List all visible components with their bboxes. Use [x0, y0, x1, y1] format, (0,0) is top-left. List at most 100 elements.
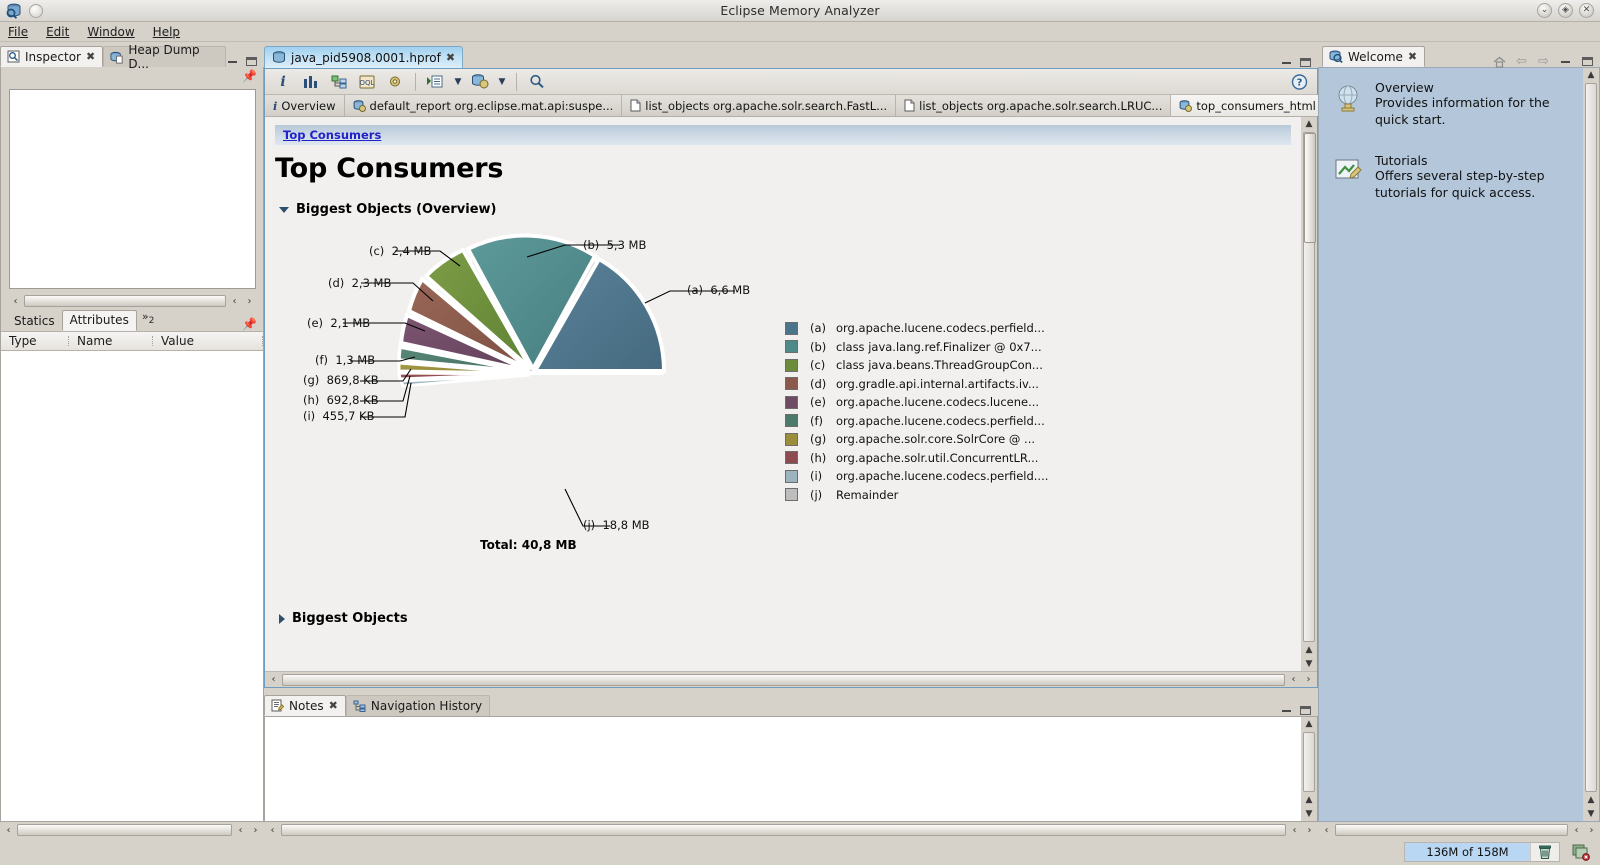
welcome-bottom-hscrollbar[interactable]: ‹ ‹ › — [1318, 822, 1600, 838]
notes-maximize-button[interactable] — [1299, 705, 1312, 716]
notes-text-area[interactable] — [265, 717, 1301, 821]
insp-bot-left2[interactable]: ‹ — [234, 825, 247, 836]
insp-bot-track[interactable] — [17, 824, 232, 836]
report-vscroll-thumb[interactable] — [1304, 133, 1316, 243]
notes-bot-right[interactable]: › — [1303, 825, 1316, 836]
report-tab-overview[interactable]: i Overview — [265, 95, 345, 116]
subtabs-overflow[interactable]: »2 — [137, 309, 155, 326]
legend-row-a[interactable]: (a) org.apache.lucene.codecs.perfield... — [785, 319, 1048, 338]
trash-icon[interactable] — [1531, 845, 1559, 860]
welcome-item-overview[interactable]: Overview Provides information for the qu… — [1333, 80, 1573, 129]
report-hscroll-right[interactable]: › — [1302, 674, 1315, 685]
inspector-tabrow[interactable]: Inspector ✖ Heap Dump D... — [0, 43, 264, 71]
editor-tabrow[interactable]: java_pid5908.0001.hprof ✖ — [264, 43, 1318, 68]
inspector-bottom-hscrollbar[interactable]: ‹ ‹ › — [0, 822, 264, 838]
notes-minimize-button[interactable] — [1280, 705, 1293, 716]
notes-bot-left[interactable]: ‹ — [266, 825, 279, 836]
welcome-bot-left2[interactable]: ‹ — [1570, 825, 1583, 836]
breadcrumb-link-top-consumers[interactable]: Top Consumers — [283, 128, 381, 142]
inspector-minimize-button[interactable] — [226, 56, 239, 67]
notes-vscroll-down2[interactable]: ▼ — [1306, 807, 1313, 821]
inspector-part-buttons[interactable] — [226, 56, 264, 67]
open-query-browser-icon[interactable] — [468, 71, 492, 93]
minimize-button[interactable]: ⌄ — [1537, 3, 1552, 18]
chevron-down-icon[interactable] — [279, 206, 289, 213]
report-vscroll-up[interactable]: ▲ — [1306, 117, 1313, 131]
legend-row-f[interactable]: (f) org.apache.lucene.codecs.perfield... — [785, 412, 1048, 431]
report-hscrollbar[interactable]: ‹ ‹ › — [265, 671, 1317, 687]
tab-welcome[interactable]: Welcome ✖ — [1322, 46, 1426, 67]
report-tab-top-consumers[interactable]: top_consumers_html ✖ — [1171, 95, 1339, 116]
welcome-vscroll-up[interactable]: ▲ — [1588, 68, 1595, 82]
report-tab-list-objects-lruc[interactable]: list_objects org.apache.solr.search.LRUC… — [896, 95, 1172, 116]
pin-icon[interactable]: 📌 — [242, 69, 257, 83]
report-hscroll-left[interactable]: ‹ — [267, 674, 280, 685]
legend-row-g[interactable]: (g) org.apache.solr.core.SolrCore @ ... — [785, 430, 1048, 449]
report-vscroll-down1[interactable]: ▲ — [1306, 643, 1313, 657]
maximize-button[interactable]: ◈ — [1558, 3, 1573, 18]
welcome-vscroll-down2[interactable]: ▼ — [1588, 807, 1595, 821]
welcome-tabrow[interactable]: Welcome ✖ ⇦ ⇨ — [1318, 43, 1600, 69]
histogram-icon[interactable] — [299, 71, 323, 93]
inspector-maximize-button[interactable] — [245, 56, 258, 67]
inspector-hscroll-left2[interactable]: ‹ — [228, 296, 241, 307]
tab-inspector[interactable]: Inspector ✖ — [0, 46, 104, 67]
welcome-bot-right[interactable]: › — [1585, 825, 1598, 836]
report-tab-list-objects-fastl[interactable]: list_objects org.apache.solr.search.Fast… — [622, 95, 897, 116]
welcome-bot-track[interactable] — [1335, 824, 1568, 836]
tab-notes[interactable]: Notes ✖ — [264, 695, 346, 716]
tab-heap-dump-editor[interactable]: java_pid5908.0001.hprof ✖ — [264, 46, 464, 68]
legend-row-c[interactable]: (c) class java.beans.ThreadGroupCon... — [785, 356, 1048, 375]
inspector-hscrollbar[interactable]: ‹ ‹ › — [7, 293, 258, 309]
oql-icon[interactable]: OQL — [355, 71, 379, 93]
menu-file[interactable]: File — [8, 25, 28, 39]
close-button[interactable]: ✕ — [1579, 3, 1594, 18]
report-hscroll-left2[interactable]: ‹ — [1287, 674, 1300, 685]
menubar[interactable]: File Edit Window Help — [0, 22, 1600, 42]
report-hscroll-track[interactable] — [282, 673, 1285, 686]
inspector-subtabs[interactable]: Statics Attributes »2 📌 — [1, 309, 263, 331]
overview-info-icon[interactable]: i — [271, 71, 295, 93]
query-browser-dropdown-icon[interactable]: ▼ — [496, 71, 508, 93]
subtab-statics[interactable]: Statics — [7, 312, 62, 331]
tab-inspector-close[interactable]: ✖ — [86, 50, 95, 63]
pin-attributes-icon[interactable]: 📌 — [242, 317, 257, 331]
menu-window[interactable]: Window — [87, 25, 134, 39]
insp-bot-left[interactable]: ‹ — [2, 825, 15, 836]
notes-bot-track[interactable] — [281, 824, 1286, 836]
subtab-attributes[interactable]: Attributes — [61, 310, 137, 331]
welcome-vscrollbar[interactable]: ▲ ▲ ▼ — [1583, 68, 1599, 821]
welcome-vscroll-down1[interactable]: ▲ — [1588, 793, 1595, 807]
notes-vscroll-track[interactable] — [1303, 732, 1315, 792]
inspector-subtab-buttons[interactable]: 📌 — [242, 317, 263, 331]
dominator-tree-icon[interactable] — [327, 71, 351, 93]
search-icon[interactable] — [525, 71, 549, 93]
menu-help[interactable]: Help — [153, 25, 180, 39]
attributes-table-body[interactable] — [1, 351, 263, 821]
settings-gear-icon[interactable] — [383, 71, 407, 93]
back-icon[interactable]: ⇦ — [1515, 54, 1528, 69]
notes-vscroll-up[interactable]: ▲ — [1306, 717, 1313, 731]
welcome-bot-left[interactable]: ‹ — [1320, 825, 1333, 836]
editor-part-buttons[interactable] — [1280, 57, 1318, 68]
window-controls[interactable]: ⌄ ◈ ✕ — [1537, 3, 1594, 18]
editor-minimize-button[interactable] — [1280, 57, 1293, 68]
legend-row-h[interactable]: (h) org.apache.solr.util.ConcurrentLR... — [785, 449, 1048, 468]
legend-row-e[interactable]: (e) org.apache.lucene.codecs.lucene... — [785, 393, 1048, 412]
editor-toolbar[interactable]: i OQL ▼ ▼ ? — [265, 69, 1317, 95]
notes-bottom-hscrollbar[interactable]: ‹ ‹ › — [264, 822, 1318, 838]
tab-heap-dump-editor-close[interactable]: ✖ — [446, 51, 455, 64]
home-icon[interactable] — [1493, 56, 1506, 68]
tab-welcome-close[interactable]: ✖ — [1408, 50, 1417, 63]
notes-bot-left2[interactable]: ‹ — [1288, 825, 1301, 836]
welcome-item-tutorials[interactable]: Tutorials Offers several step-by-step tu… — [1333, 153, 1573, 202]
insp-bot-right[interactable]: › — [249, 825, 262, 836]
tab-notes-close[interactable]: ✖ — [329, 699, 338, 712]
welcome-part-buttons[interactable]: ⇦ ⇨ — [1493, 54, 1600, 69]
inspector-hscroll-left[interactable]: ‹ — [9, 296, 22, 307]
forward-icon[interactable]: ⇨ — [1537, 54, 1550, 69]
tab-heap-dump-details[interactable]: Heap Dump D... — [103, 43, 226, 71]
report-vscroll-down2[interactable]: ▼ — [1306, 657, 1313, 671]
notes-tabrow[interactable]: Notes ✖ Navigation History — [264, 692, 1318, 716]
run-expert-dropdown-icon[interactable]: ▼ — [452, 71, 464, 93]
